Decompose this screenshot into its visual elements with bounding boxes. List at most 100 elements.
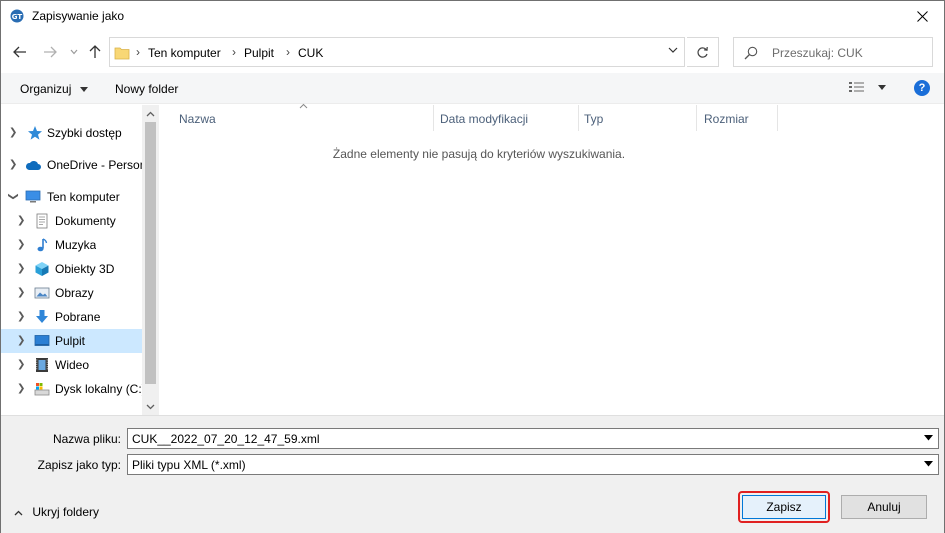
chevron-right-icon[interactable]: ❯ [17,335,25,346]
breadcrumb-separator-icon: › [286,45,290,59]
nav-item-pictures[interactable]: ❯ Obrazy [1,281,142,305]
back-button[interactable] [9,39,31,65]
nav-pane-scrollbar[interactable] [142,105,159,415]
address-row: › Ten komputer › Pulpit › CUK Przeszukaj… [1,35,944,69]
drive-icon [34,383,50,396]
nav-label: Muzyka [55,238,97,252]
column-header-name[interactable]: Nazwa [159,105,433,131]
chevron-down-icon[interactable]: ❯ [8,192,19,200]
nav-label: Ten komputer [47,190,120,204]
hide-folders-button[interactable]: Ukryj foldery [14,505,99,519]
nav-item-desktop[interactable]: ❯ Pulpit [1,329,142,353]
arrow-left-icon[interactable] [13,46,27,58]
chevron-right-icon[interactable]: ❯ [9,159,17,170]
chevron-up-icon[interactable] [14,510,23,516]
column-label: Rozmiar [704,112,749,126]
nav-label: Pobrane [55,310,101,324]
arrow-up-icon[interactable] [89,45,101,59]
nav-label: Szybki dostęp [47,126,122,140]
chevron-right-icon[interactable]: ❯ [9,127,17,138]
svg-text:GT: GT [12,13,23,21]
organize-button[interactable]: Organizuj [20,82,88,96]
nav-item-music[interactable]: ❯ Muzyka [1,233,142,257]
caret-down-icon[interactable] [924,461,933,467]
breadcrumb-this-pc[interactable]: Ten komputer [148,46,221,60]
cube-icon [35,262,49,276]
scroll-down-icon[interactable] [146,402,155,411]
nav-item-videos[interactable]: ❯ Wideo [1,353,142,377]
nav-item-this-pc[interactable]: ❯ Ten komputer [1,185,142,209]
app-icon: GT [10,9,24,23]
arrow-right-icon[interactable] [43,46,57,58]
forward-button[interactable] [39,39,61,65]
close-button[interactable] [900,1,944,31]
address-bar[interactable]: › Ten komputer › Pulpit › CUK [109,37,685,67]
nav-item-quick-access[interactable]: ❯ Szybki dostęp [1,121,142,145]
chevron-right-icon[interactable]: ❯ [17,263,25,274]
video-icon [36,358,48,372]
chevron-right-icon[interactable]: ❯ [17,383,25,394]
column-header-modified[interactable]: Data modyfikacji [434,105,579,131]
chevron-down-icon[interactable] [70,49,78,55]
nav-label: Obiekty 3D [55,262,115,276]
chevron-right-icon[interactable]: ❯ [17,311,25,322]
empty-message: Żadne elementy nie pasują do kryteriów w… [332,147,626,161]
save-button[interactable]: Zapisz [742,495,826,519]
download-icon [36,310,48,323]
save-panel: Nazwa pliku: CUK__2022_07_20_12_47_59.xm… [1,415,944,533]
caret-down-icon [79,87,88,93]
column-header-type[interactable]: Typ [579,105,697,131]
chevron-right-icon[interactable]: ❯ [17,239,25,250]
nav-label: Obrazy [55,286,94,300]
cloud-icon [25,160,41,170]
filename-value[interactable]: CUK__2022_07_20_12_47_59.xml [132,432,319,446]
title-bar: GT Zapisywanie jako [1,1,944,31]
recent-locations-button[interactable] [63,39,85,65]
close-icon[interactable] [916,10,928,22]
nav-label: Wideo [55,358,90,372]
chevron-down-icon[interactable] [668,47,678,54]
scrollbar-thumb[interactable] [145,122,156,384]
column-label: Data modyfikacji [440,112,529,126]
refresh-icon[interactable] [696,46,709,59]
chevron-right-icon[interactable]: ❯ [17,359,25,370]
filetype-value: Pliki typu XML (*.xml) [132,458,246,472]
pictures-icon [34,287,50,299]
nav-item-downloads[interactable]: ❯ Pobrane [1,305,142,329]
help-button[interactable]: ? [914,80,930,96]
details-view-icon[interactable] [849,81,865,93]
file-list[interactable]: Nazwa Data modyfikacji Typ Rozmiar Żadne… [159,103,944,415]
nav-label: OneDrive - Personal [47,158,142,172]
help-icon: ? [918,82,926,94]
filename-label: Nazwa pliku: [52,432,121,446]
breadcrumb-separator-icon: › [136,45,140,59]
filename-input[interactable]: CUK__2022_07_20_12_47_59.xml [127,428,939,449]
nav-item-onedrive[interactable]: ❯ OneDrive - Personal [1,153,142,177]
computer-icon [25,190,41,203]
up-button[interactable] [84,39,106,65]
nav-item-documents[interactable]: ❯ Dokumenty [1,209,142,233]
chevron-right-icon[interactable]: ❯ [17,287,25,298]
nav-label: Dokumenty [55,214,116,228]
search-input[interactable]: Przeszukaj: CUK [772,46,863,60]
change-view-button[interactable] [849,81,887,96]
scroll-up-icon[interactable] [146,109,155,118]
breadcrumb-desktop[interactable]: Pulpit [244,46,274,60]
caret-down-icon[interactable] [924,435,933,441]
nav-item-3d-objects[interactable]: ❯ Obiekty 3D [1,257,142,281]
refresh-button[interactable] [687,37,719,67]
window-title: Zapisywanie jako [32,9,125,23]
save-as-dialog: GT Zapisywanie jako › Ten komputer › Pul… [0,0,945,533]
column-label: Typ [584,112,604,126]
search-box[interactable]: Przeszukaj: CUK [733,37,933,67]
column-divider[interactable] [777,105,778,131]
cancel-button[interactable]: Anuluj [841,495,927,519]
chevron-right-icon[interactable]: ❯ [17,215,25,226]
filetype-select[interactable]: Pliki typu XML (*.xml) [127,454,939,475]
column-header-size[interactable]: Rozmiar [697,105,777,131]
caret-down-icon[interactable] [878,85,887,90]
new-folder-button[interactable]: Nowy folder [115,82,178,96]
breadcrumb-separator-icon: › [232,45,236,59]
breadcrumb-cuk[interactable]: CUK [298,46,323,60]
nav-item-local-disk[interactable]: ❯ Dysk lokalny (C:) [1,377,142,401]
